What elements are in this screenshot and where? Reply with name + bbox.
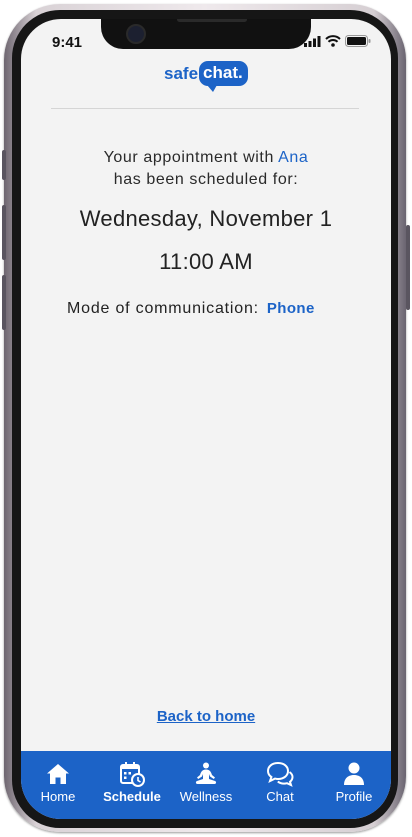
cellular-signal-icon xyxy=(304,35,321,47)
confirmation-message: Your appointment with Ana has been sched… xyxy=(21,147,391,191)
action-button xyxy=(2,150,6,180)
notch xyxy=(101,19,311,49)
tab-schedule[interactable]: Schedule xyxy=(95,751,169,819)
tab-profile-label: Profile xyxy=(335,789,373,804)
power-button xyxy=(406,225,410,310)
appointment-date: Wednesday, November 1 xyxy=(79,206,333,231)
tab-schedule-label: Schedule xyxy=(103,789,161,804)
battery-icon xyxy=(345,35,371,47)
back-to-home-link[interactable]: Back to home xyxy=(21,708,391,725)
logo-text-chat: chat. xyxy=(203,63,243,82)
confirmation-line-2: has been scheduled for: xyxy=(113,171,299,188)
appointment-time: 11:00 AM xyxy=(159,249,253,274)
confirmation-line-1: Your appointment with Ana xyxy=(21,147,391,169)
meditation-icon xyxy=(195,762,217,784)
volume-down-button xyxy=(2,275,6,330)
tab-home-label: Home xyxy=(40,789,76,804)
tab-chat[interactable]: Chat xyxy=(243,751,317,819)
communication-mode-value: Phone xyxy=(266,300,315,317)
tab-wellness[interactable]: Wellness xyxy=(169,751,243,819)
counselor-name: Ana xyxy=(278,149,309,166)
home-icon xyxy=(47,764,69,784)
logo-chat-bubble: chat. xyxy=(199,61,248,92)
logo-bubble-tail xyxy=(207,85,218,92)
chat-bubbles-icon xyxy=(266,761,294,787)
status-time: 9:41 xyxy=(52,34,83,51)
safechat-logo: safe chat. xyxy=(164,61,248,92)
bottom-tab-bar: Home Schedule Wellness Chat Profile xyxy=(21,751,391,819)
person-icon xyxy=(344,762,364,785)
communication-mode-label: Mode of communication: xyxy=(67,300,259,317)
confirmation-prefix: Your appointment with xyxy=(103,149,279,166)
wifi-icon xyxy=(325,35,341,47)
logo-text-safe: safe xyxy=(164,63,199,83)
volume-up-button xyxy=(2,205,6,260)
tab-profile[interactable]: Profile xyxy=(317,751,391,819)
header-divider xyxy=(51,108,359,109)
tab-home[interactable]: Home xyxy=(21,751,95,819)
tab-chat-label: Chat xyxy=(266,789,294,804)
tab-wellness-label: Wellness xyxy=(179,789,233,804)
speaker-grille xyxy=(177,19,247,22)
app-screen: 9:41 safe chat. Your appointment with An… xyxy=(21,19,391,819)
calendar-clock-icon xyxy=(120,762,145,787)
camera-icon xyxy=(126,24,146,44)
communication-mode: Mode of communication: Phone xyxy=(67,300,315,318)
status-icons xyxy=(304,35,371,47)
